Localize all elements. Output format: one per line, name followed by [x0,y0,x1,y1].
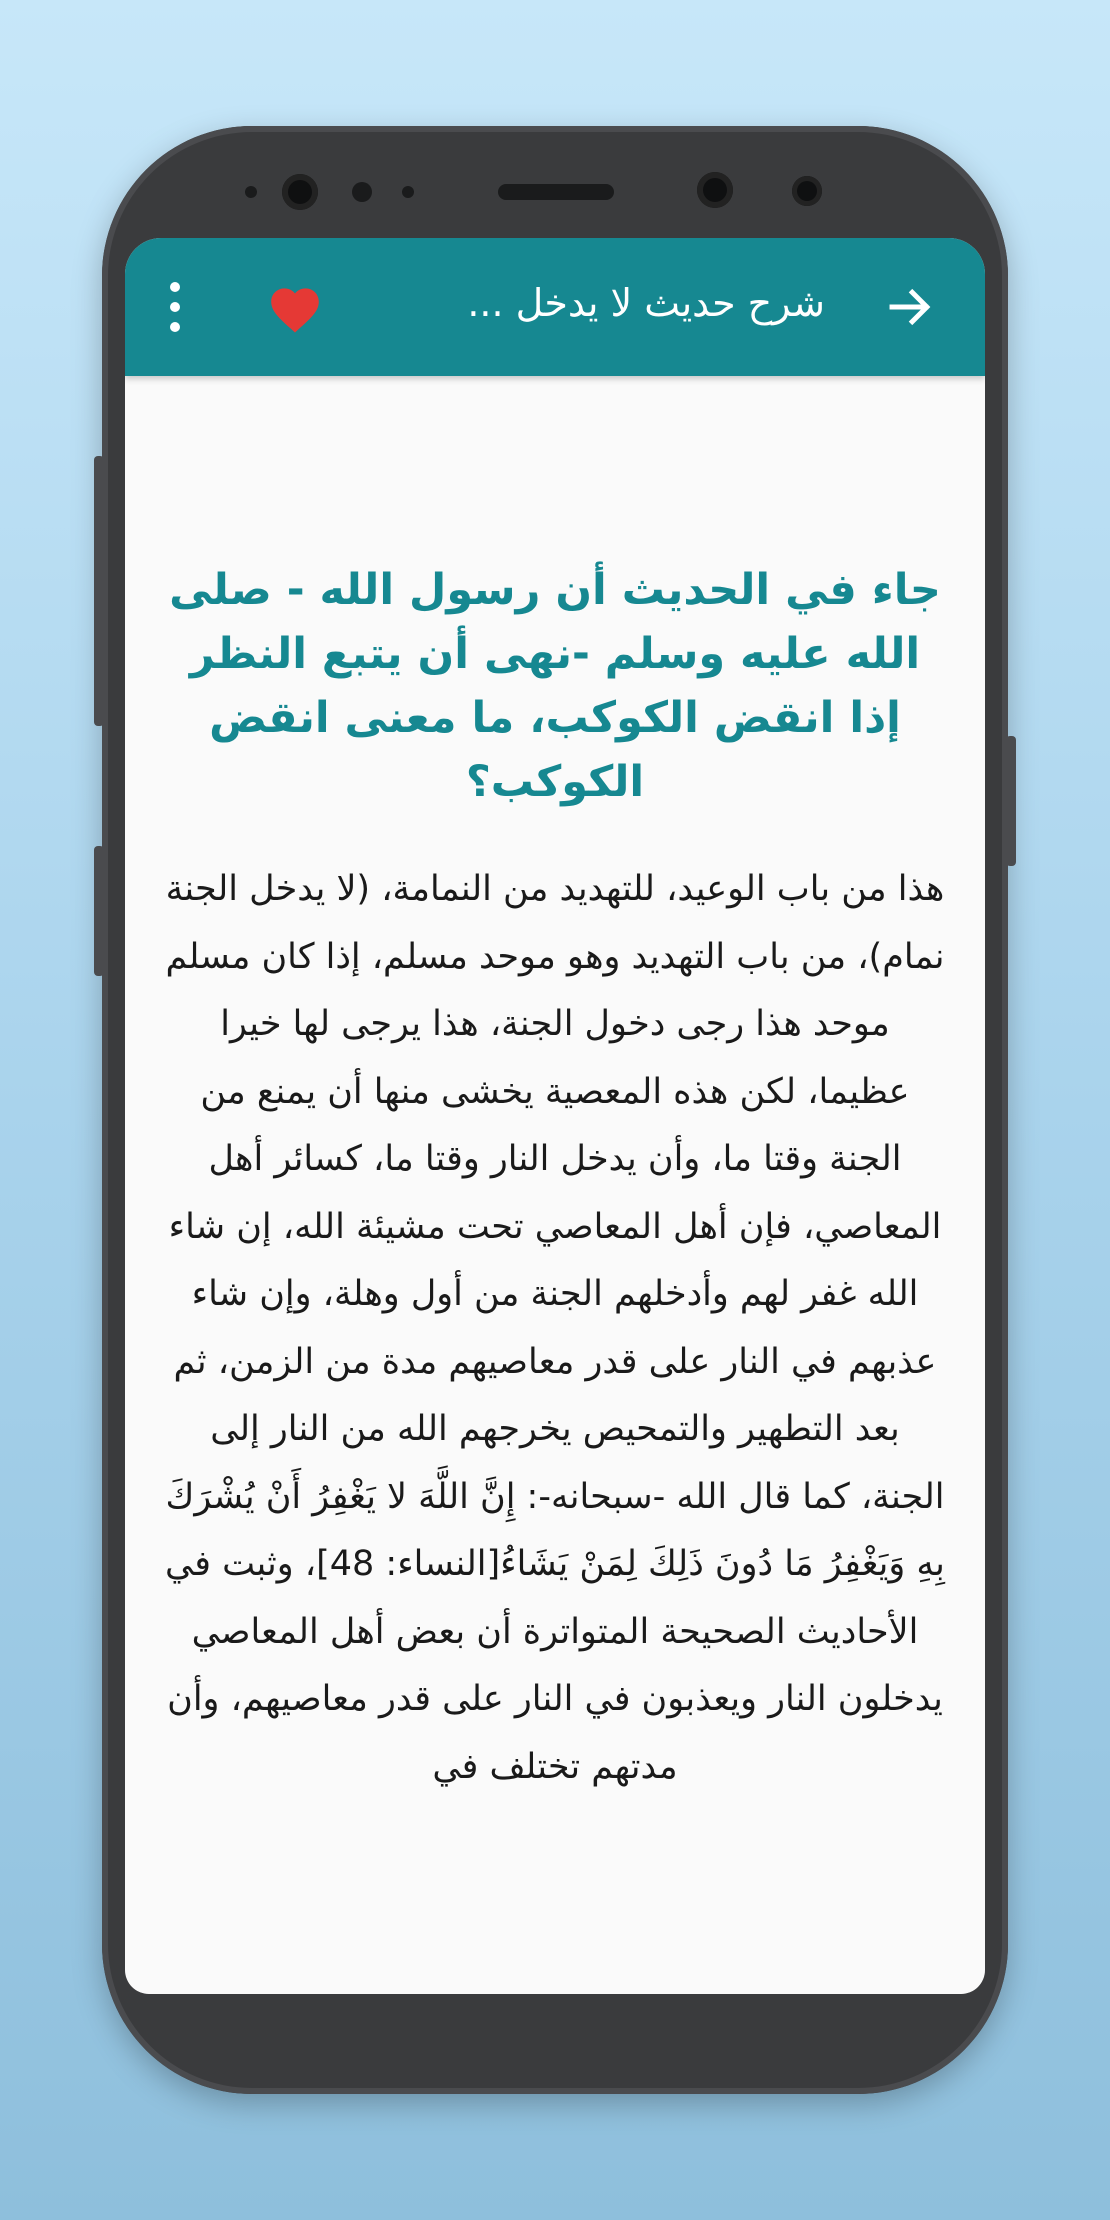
phone-frame: شرح حديث لا يدخل ... جاء في الحديث أن رس… [94,126,1016,2094]
front-camera [282,174,318,210]
front-camera-secondary [697,172,733,208]
app-bar: شرح حديث لا يدخل ... [125,238,985,376]
power-button [1006,736,1016,866]
heart-icon[interactable] [267,282,323,334]
arrow-back-icon[interactable] [883,280,937,334]
more-vert-icon[interactable] [165,282,185,332]
sensor-dot [402,186,414,198]
question-heading: جاء في الحديث أن رسول الله - صلى الله عل… [169,565,941,807]
page-title: شرح حديث لا يدخل ... [467,281,825,325]
volume-up-button [94,456,104,726]
earpiece-speaker [498,184,614,200]
app-screen: شرح حديث لا يدخل ... جاء في الحديث أن رس… [125,238,985,1994]
answer-text: هذا من باب الوعيد، للتهديد من النمامة، (… [165,869,945,1787]
volume-down-button [94,846,104,976]
sensor-dot [352,182,372,202]
sensor-dot [245,186,257,198]
article-content: جاء في الحديث أن رسول الله - صلى الله عل… [165,376,945,1801]
proximity-sensor [792,176,822,206]
